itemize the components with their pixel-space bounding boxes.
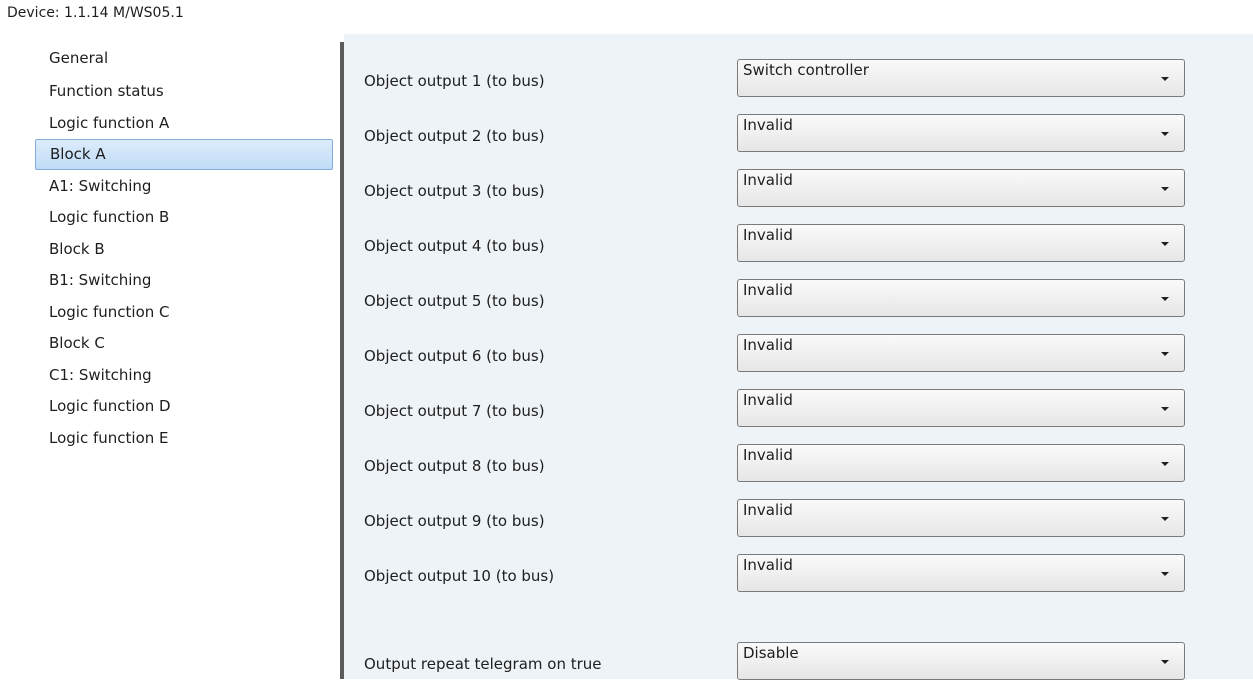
param-row-object-output-7: Object output 7 (to bus) Invalid <box>344 389 1253 433</box>
dropdown-value: Invalid <box>743 226 793 244</box>
nav-item-a1-switching[interactable]: A1: Switching <box>35 171 333 202</box>
param-row-output-repeat-telegram: Output repeat telegram on true Disable <box>344 642 1253 686</box>
dropdown-value: Invalid <box>743 446 793 464</box>
object-output-7-dropdown[interactable]: Invalid <box>737 389 1185 427</box>
chevron-down-icon <box>1161 132 1169 136</box>
param-label: Output repeat telegram on true <box>364 655 602 673</box>
chevron-down-icon <box>1161 572 1169 576</box>
param-row-object-output-2: Object output 2 (to bus) Invalid <box>344 114 1253 158</box>
dropdown-value: Invalid <box>743 116 793 134</box>
object-output-4-dropdown[interactable]: Invalid <box>737 224 1185 262</box>
chevron-down-icon <box>1161 352 1169 356</box>
chevron-down-icon <box>1161 297 1169 301</box>
param-row-object-output-6: Object output 6 (to bus) Invalid <box>344 334 1253 378</box>
chevron-down-icon <box>1161 407 1169 411</box>
nav-item-logic-function-a[interactable]: Logic function A <box>35 108 333 139</box>
param-label: Object output 2 (to bus) <box>364 127 545 145</box>
param-row-object-output-1: Object output 1 (to bus) Switch controll… <box>344 59 1253 103</box>
dropdown-value: Invalid <box>743 556 793 574</box>
nav-item-logic-function-c[interactable]: Logic function C <box>35 297 333 328</box>
nav-item-b1-switching[interactable]: B1: Switching <box>35 265 333 296</box>
chevron-down-icon <box>1161 77 1169 81</box>
param-row-object-output-3: Object output 3 (to bus) Invalid <box>344 169 1253 213</box>
chevron-down-icon <box>1161 462 1169 466</box>
param-label: Object output 9 (to bus) <box>364 512 545 530</box>
dropdown-value: Disable <box>743 644 799 662</box>
dropdown-value: Invalid <box>743 391 793 409</box>
param-label: Object output 7 (to bus) <box>364 402 545 420</box>
param-row-object-output-5: Object output 5 (to bus) Invalid <box>344 279 1253 323</box>
param-label: Object output 5 (to bus) <box>364 292 545 310</box>
object-output-10-dropdown[interactable]: Invalid <box>737 554 1185 592</box>
param-row-object-output-8: Object output 8 (to bus) Invalid <box>344 444 1253 488</box>
param-label: Object output 4 (to bus) <box>364 237 545 255</box>
param-label: Object output 6 (to bus) <box>364 347 545 365</box>
output-repeat-telegram-dropdown[interactable]: Disable <box>737 642 1185 680</box>
dropdown-value: Invalid <box>743 336 793 354</box>
param-row-object-output-4: Object output 4 (to bus) Invalid <box>344 224 1253 268</box>
nav-item-logic-function-e[interactable]: Logic function E <box>35 423 333 454</box>
chevron-down-icon <box>1161 187 1169 191</box>
param-row-object-output-10: Object output 10 (to bus) Invalid <box>344 554 1253 598</box>
param-label: Object output 10 (to bus) <box>364 567 555 585</box>
device-title: Device: 1.1.14 M/WS05.1 <box>7 0 1253 34</box>
nav-item-block-a[interactable]: Block A <box>35 139 333 170</box>
object-output-5-dropdown[interactable]: Invalid <box>737 279 1185 317</box>
dropdown-value: Switch controller <box>743 61 869 79</box>
param-label: Object output 8 (to bus) <box>364 457 545 475</box>
nav-item-function-status[interactable]: Function status <box>35 76 333 107</box>
dropdown-value: Invalid <box>743 501 793 519</box>
object-output-9-dropdown[interactable]: Invalid <box>737 499 1185 537</box>
nav-item-block-b[interactable]: Block B <box>35 234 333 265</box>
chevron-down-icon <box>1161 242 1169 246</box>
parameter-nav-sidebar: General Function status Logic function A… <box>0 34 340 679</box>
chevron-down-icon <box>1161 660 1169 664</box>
object-output-2-dropdown[interactable]: Invalid <box>737 114 1185 152</box>
nav-item-general[interactable]: General <box>35 43 333 74</box>
dropdown-value: Invalid <box>743 281 793 299</box>
chevron-down-icon <box>1161 517 1169 521</box>
object-output-8-dropdown[interactable]: Invalid <box>737 444 1185 482</box>
param-label: Object output 1 (to bus) <box>364 72 545 90</box>
nav-item-logic-function-d[interactable]: Logic function D <box>35 391 333 422</box>
param-label: Object output 3 (to bus) <box>364 182 545 200</box>
object-output-1-dropdown[interactable]: Switch controller <box>737 59 1185 97</box>
nav-item-block-c[interactable]: Block C <box>35 328 333 359</box>
object-output-3-dropdown[interactable]: Invalid <box>737 169 1185 207</box>
param-row-object-output-9: Object output 9 (to bus) Invalid <box>344 499 1253 543</box>
nav-item-c1-switching[interactable]: C1: Switching <box>35 360 333 391</box>
dropdown-value: Invalid <box>743 171 793 189</box>
nav-item-logic-function-b[interactable]: Logic function B <box>35 202 333 233</box>
parameter-panel: Object output 1 (to bus) Switch controll… <box>344 34 1253 680</box>
object-output-6-dropdown[interactable]: Invalid <box>737 334 1185 372</box>
